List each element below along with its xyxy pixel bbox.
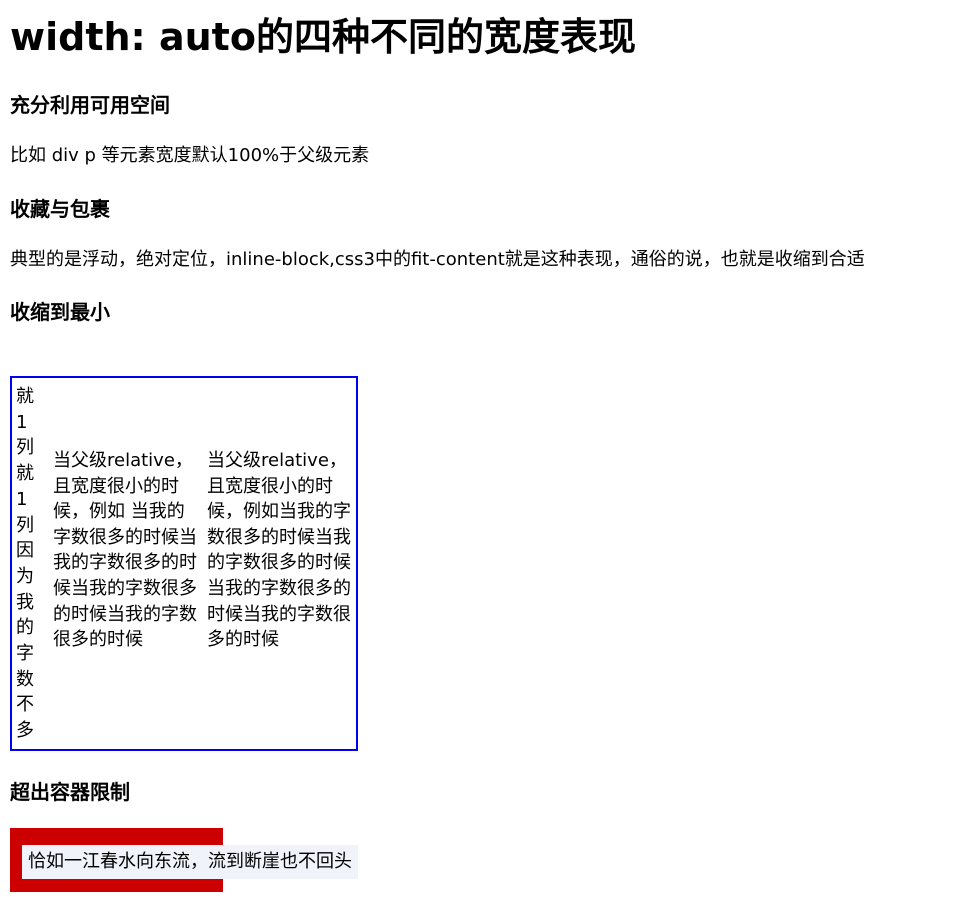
page-title: width: auto的四种不同的宽度表现 bbox=[10, 15, 636, 59]
page: width: auto的四种不同的宽度表现 充分利用可用空间 比如 div p … bbox=[0, 0, 957, 897]
overflow-text: 恰如一江春水向东流，流到断崖也不回头 bbox=[22, 845, 358, 879]
section-heading-overflow: 超出容器限制 bbox=[10, 780, 130, 804]
shrink-demo-box: 就1列就1列因为我的字数不多 当父级relative，且宽度很小的时候，例如 当… bbox=[10, 376, 358, 751]
narrow-column-text: 就1列就1列因为我的字数不多 bbox=[16, 386, 34, 742]
section-heading-shrink-min: 收缩到最小 bbox=[10, 300, 110, 324]
section-heading-fill: 充分利用可用空间 bbox=[10, 93, 170, 117]
section-desc-fill: 比如 div p 等元素宽度默认100%于父级元素 bbox=[10, 145, 370, 166]
wide-column-text-1: 当父级relative，且宽度很小的时候，例如 当我的字数很多的时候当我的字数很… bbox=[53, 450, 197, 651]
section-desc-shrink-wrap: 典型的是浮动，绝对定位，inline-block,css3中的fit-conte… bbox=[10, 249, 865, 270]
wide-column-text-2: 当父级relative，且宽度很小的时候，例如当我的字数很多的时候当我的字数很多… bbox=[207, 450, 351, 651]
section-heading-shrink-wrap: 收藏与包裹 bbox=[10, 197, 110, 221]
